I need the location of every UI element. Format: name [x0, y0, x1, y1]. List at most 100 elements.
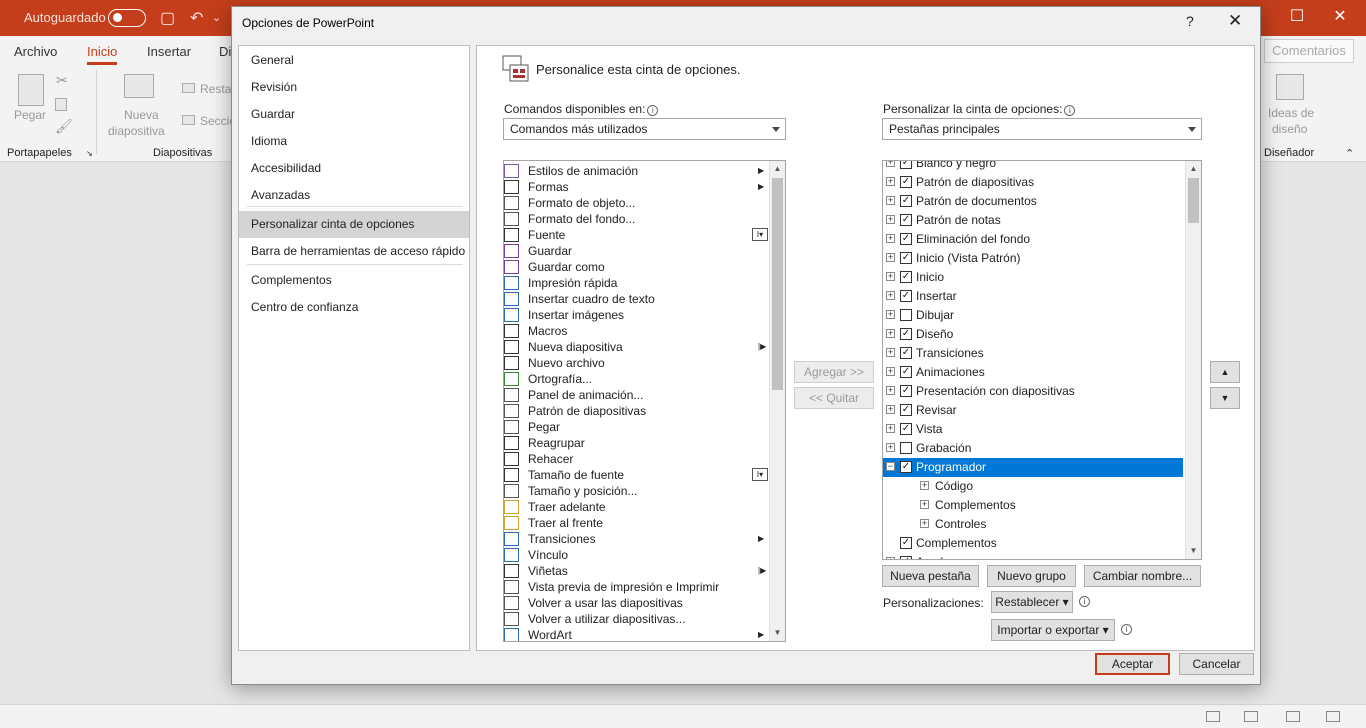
ribbon-tree-item[interactable]: + Dibujar — [883, 306, 1183, 325]
nav-item-revision[interactable]: Revisión — [239, 74, 469, 101]
cancel-button[interactable]: Cancelar — [1179, 653, 1254, 675]
save-icon[interactable]: ▢ — [160, 8, 175, 28]
tab-checkbox[interactable] — [900, 309, 912, 321]
slideshow-icon[interactable] — [1326, 711, 1340, 722]
close-icon[interactable]: ✕ — [1228, 11, 1242, 31]
slide-sorter-icon[interactable] — [1244, 711, 1258, 722]
expand-icon[interactable]: + — [886, 557, 895, 559]
ribbon-tree-item[interactable]: + Controles — [883, 515, 1183, 534]
command-item[interactable]: Panel de animación... — [504, 387, 770, 403]
autosave-toggle[interactable] — [108, 9, 146, 27]
expand-icon[interactable]: + — [886, 272, 895, 281]
new-slide-icon[interactable] — [124, 74, 154, 98]
command-item[interactable]: Fuente I▾ — [504, 227, 770, 243]
command-item[interactable]: Traer adelante — [504, 499, 770, 515]
tab-checkbox[interactable]: ✓ — [900, 271, 912, 283]
command-item[interactable]: Insertar imágenes — [504, 307, 770, 323]
reset-icon[interactable] — [182, 83, 195, 93]
ribbon-tree-item[interactable]: + ✓ Presentación con diapositivas — [883, 382, 1183, 401]
tab-archivo[interactable]: Archivo — [14, 44, 57, 59]
command-item[interactable]: Vínculo — [504, 547, 770, 563]
command-item[interactable]: Insertar cuadro de texto — [504, 291, 770, 307]
ribbon-tree-item[interactable]: ✓ Complementos — [883, 534, 1183, 553]
command-item[interactable]: Formas ▶ — [504, 179, 770, 195]
ribbon-tree-item[interactable]: − ✓ Programador — [883, 458, 1183, 477]
tab-checkbox[interactable]: ✓ — [900, 556, 912, 559]
command-item[interactable]: Volver a utilizar diapositivas... — [504, 611, 770, 627]
expand-icon[interactable]: + — [886, 291, 895, 300]
command-item[interactable]: Traer al frente — [504, 515, 770, 531]
tab-checkbox[interactable]: ✓ — [900, 328, 912, 340]
tab-checkbox[interactable] — [900, 442, 912, 454]
ribbon-tree-item[interactable]: + ✓ Patrón de notas — [883, 211, 1183, 230]
tab-inicio[interactable]: Inicio — [87, 44, 118, 65]
command-item[interactable]: Viñetas |▶ — [504, 563, 770, 579]
tab-checkbox[interactable]: ✓ — [900, 423, 912, 435]
command-item[interactable]: Impresión rápida — [504, 275, 770, 291]
expand-icon[interactable]: + — [886, 386, 895, 395]
command-item[interactable]: Tamaño y posición... — [504, 483, 770, 499]
nav-item-idioma[interactable]: Idioma — [239, 128, 469, 155]
new-group-button[interactable]: Nuevo grupo — [987, 565, 1076, 587]
command-item[interactable]: Vista previa de impresión e Imprimir — [504, 579, 770, 595]
reset-dropdown-button[interactable]: Restablecer ▾ — [991, 591, 1073, 613]
scroll-thumb[interactable] — [772, 178, 783, 390]
command-item[interactable]: Guardar como — [504, 259, 770, 275]
ribbon-tree-item[interactable]: + ✓ Inicio — [883, 268, 1183, 287]
command-item[interactable]: Rehacer — [504, 451, 770, 467]
command-item[interactable]: Volver a usar las diapositivas — [504, 595, 770, 611]
command-item[interactable]: Formato de objeto... — [504, 195, 770, 211]
ribbon-tree-item[interactable]: + Código — [883, 477, 1183, 496]
ribbon-tree-item[interactable]: + ✓ Blanco y negro — [883, 161, 1183, 173]
expand-icon[interactable]: + — [920, 481, 929, 490]
close-window-icon[interactable]: ✕ — [1325, 6, 1355, 26]
command-item[interactable]: Estilos de animación ▶ — [504, 163, 770, 179]
ribbon-tree-item[interactable]: + Complementos — [883, 496, 1183, 515]
expand-icon[interactable]: + — [886, 310, 895, 319]
ribbon-tree-item[interactable]: + ✓ Ayuda — [883, 553, 1183, 559]
scroll-up-icon[interactable]: ▲ — [1186, 161, 1201, 177]
tab-checkbox[interactable]: ✓ — [900, 537, 912, 549]
ribbon-tree-item[interactable]: + Grabación — [883, 439, 1183, 458]
ribbon-tree-item[interactable]: + ✓ Insertar — [883, 287, 1183, 306]
tab-checkbox[interactable]: ✓ — [900, 252, 912, 264]
ribbon-tree-item[interactable]: + ✓ Eliminación del fondo — [883, 230, 1183, 249]
nav-item-centro-confianza[interactable]: Centro de confianza — [239, 294, 469, 321]
help-icon[interactable]: ? — [1186, 13, 1194, 29]
remove-button[interactable]: << Quitar — [794, 387, 874, 409]
add-button[interactable]: Agregar >> — [794, 361, 874, 383]
expand-icon[interactable]: + — [886, 405, 895, 414]
command-item[interactable]: Macros — [504, 323, 770, 339]
nav-item-complementos[interactable]: Complementos — [239, 267, 469, 294]
nav-item-guardar[interactable]: Guardar — [239, 101, 469, 128]
expand-icon[interactable]: + — [920, 519, 929, 528]
nav-item-accesibilidad[interactable]: Accesibilidad — [239, 155, 469, 182]
command-item[interactable]: Reagrupar — [504, 435, 770, 451]
tab-checkbox[interactable]: ✓ — [900, 233, 912, 245]
tab-checkbox[interactable]: ✓ — [900, 347, 912, 359]
expand-icon[interactable]: + — [886, 329, 895, 338]
expand-icon[interactable]: + — [886, 253, 895, 262]
tab-diseno[interactable]: Di — [219, 44, 231, 59]
expand-icon[interactable]: + — [886, 348, 895, 357]
ribbon-tree-item[interactable]: + ✓ Inicio (Vista Patrón) — [883, 249, 1183, 268]
scroll-down-icon[interactable]: ▼ — [1186, 543, 1201, 559]
collapse-ribbon-icon[interactable]: ⌃ — [1345, 147, 1354, 160]
new-tab-button[interactable]: Nueva pestaña — [882, 565, 979, 587]
tab-checkbox[interactable]: ✓ — [900, 385, 912, 397]
ribbon-tree-item[interactable]: + ✓ Patrón de documentos — [883, 192, 1183, 211]
tab-checkbox[interactable]: ✓ — [900, 366, 912, 378]
ribbon-tree-item[interactable]: + ✓ Patrón de diapositivas — [883, 173, 1183, 192]
cut-icon[interactable]: ✂ — [56, 72, 68, 89]
commands-list[interactable]: ▲ ▼ Estilos de animación ▶ Formas ▶ Formato … — [503, 160, 786, 642]
ribbon-tree-item[interactable]: + ✓ Transiciones — [883, 344, 1183, 363]
normal-view-icon[interactable] — [1206, 711, 1220, 722]
undo-icon[interactable]: ↶ — [190, 8, 203, 28]
undo-dropdown-icon[interactable]: ⌄ — [212, 11, 221, 24]
command-item[interactable]: WordArt ▶ — [504, 627, 770, 641]
command-item[interactable]: Patrón de diapositivas — [504, 403, 770, 419]
command-item[interactable]: Guardar — [504, 243, 770, 259]
move-up-button[interactable]: ▲ — [1210, 361, 1240, 383]
scroll-down-icon[interactable]: ▼ — [770, 625, 785, 641]
tab-insertar[interactable]: Insertar — [147, 44, 191, 59]
